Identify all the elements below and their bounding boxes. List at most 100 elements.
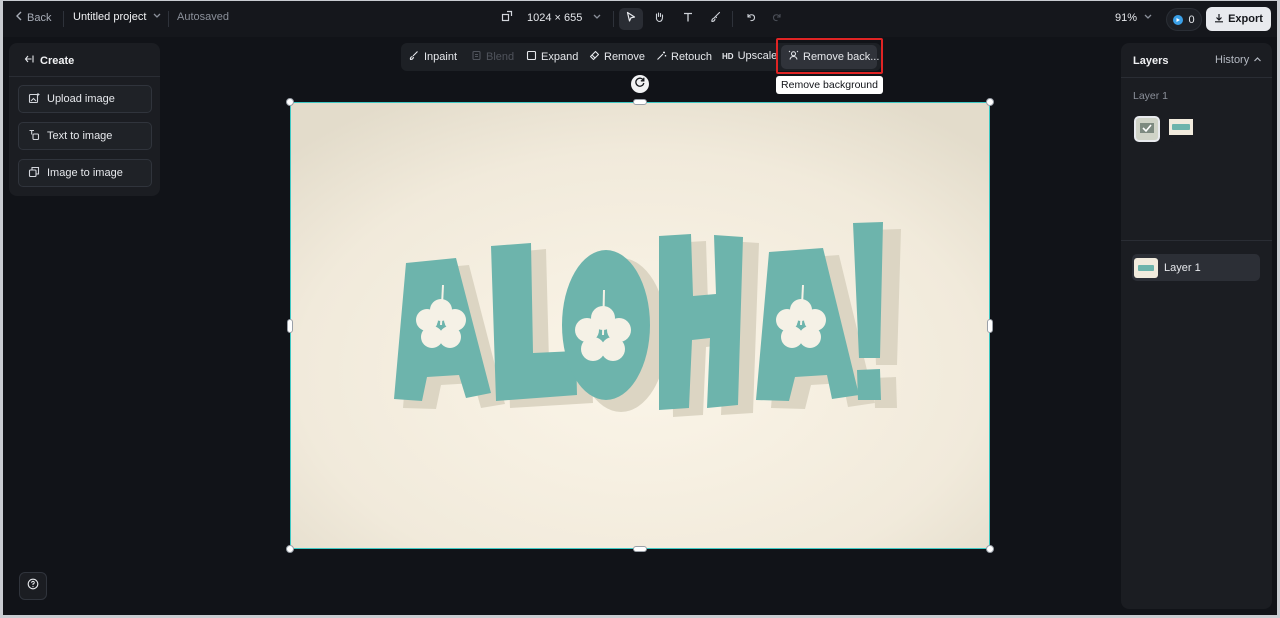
inpaint-label: Inpaint [424, 51, 458, 63]
layer-thumbnail-icon [1134, 257, 1158, 278]
remove-background-tooltip: Remove background [776, 76, 883, 94]
autosave-status: Autosaved [177, 11, 229, 23]
resize-icon [501, 10, 513, 25]
credits-badge[interactable]: 0 [1166, 8, 1202, 31]
expand-label: Expand [541, 51, 579, 63]
hand-tool-button[interactable] [647, 8, 671, 30]
help-button[interactable] [19, 572, 47, 600]
hand-icon [653, 10, 665, 28]
select-tool-button[interactable] [619, 8, 643, 30]
project-name-dropdown[interactable]: Untitled project [73, 11, 162, 23]
canvas-size: 1024 × 655 [527, 11, 583, 24]
divider [613, 11, 614, 27]
layer-thumbnail-selected[interactable] [1134, 116, 1160, 142]
chevron-down-icon [152, 11, 162, 23]
text-to-image-label: Text to image [47, 130, 113, 142]
layers-panel: Layers History Layer 1 Layer 1 [1121, 43, 1272, 609]
divider [732, 11, 733, 27]
aloha-artwork [291, 103, 989, 548]
aloha-thumbnail-icon [1169, 118, 1193, 140]
cursor-icon [625, 10, 637, 28]
hd-icon: HD [722, 51, 734, 61]
text-tool-button[interactable] [676, 8, 700, 30]
chevron-down-icon [1143, 12, 1153, 24]
resize-handle-bottom-left[interactable] [286, 545, 294, 553]
remove-label: Remove [604, 51, 645, 63]
blend-label: Blend [486, 51, 515, 63]
brush-tool-button[interactable] [704, 8, 728, 30]
create-panel: Create Upload image Text to image Image … [9, 43, 160, 196]
upload-image-icon [28, 92, 40, 107]
history-tab[interactable]: History [1215, 54, 1262, 66]
resize-handle-top[interactable] [633, 99, 647, 105]
top-bar: Back Untitled project Autosaved 1024 × 6… [3, 1, 1277, 37]
canvas-size-selector[interactable]: 1024 × 655 [501, 10, 602, 25]
divider [1121, 240, 1272, 241]
create-panel-header[interactable]: Create [24, 54, 74, 67]
rotate-handle[interactable] [631, 75, 649, 93]
image-to-image-icon [28, 166, 40, 181]
layer-group-label: Layer 1 [1133, 90, 1169, 102]
history-label: History [1215, 54, 1250, 66]
undo-button[interactable] [739, 8, 763, 30]
export-button[interactable]: Export [1206, 7, 1271, 31]
retouch-label: Retouch [671, 51, 712, 63]
brush-icon [710, 10, 722, 28]
expand-icon [526, 50, 537, 64]
image-to-image-label: Image to image [47, 167, 123, 179]
layer-row[interactable]: Layer 1 [1132, 254, 1260, 281]
zoom-dropdown[interactable]: 91% [1115, 12, 1153, 24]
retouch-button[interactable]: Retouch [656, 50, 712, 64]
resize-handle-right[interactable] [987, 319, 993, 333]
image-to-image-button[interactable]: Image to image [18, 159, 152, 187]
back-button[interactable]: Back [15, 11, 51, 24]
divider [63, 11, 64, 27]
inpaint-button[interactable]: Inpaint [409, 50, 457, 64]
divider [1121, 77, 1272, 78]
help-icon [27, 577, 39, 595]
eraser-icon [589, 50, 600, 64]
upload-image-button[interactable]: Upload image [18, 85, 152, 113]
credit-coin-icon [1173, 14, 1184, 25]
project-name: Untitled project [73, 11, 147, 23]
resize-handle-bottom[interactable] [633, 546, 647, 552]
export-label: Export [1228, 13, 1263, 25]
app-window: Back Untitled project Autosaved 1024 × 6… [3, 1, 1277, 615]
resize-handle-top-right[interactable] [986, 98, 994, 106]
upscale-button[interactable]: HD Upscale [722, 50, 777, 62]
divider [168, 11, 169, 27]
back-label: Back [27, 11, 52, 24]
chevron-left-icon [15, 11, 23, 24]
text-to-image-button[interactable]: Text to image [18, 122, 152, 150]
download-icon [1214, 13, 1224, 26]
credit-count: 0 [1188, 13, 1195, 26]
blend-button[interactable]: Blend [471, 50, 514, 64]
resize-handle-top-left[interactable] [286, 98, 294, 106]
expand-button[interactable]: Expand [526, 50, 578, 64]
chevron-down-icon [592, 12, 602, 24]
create-panel-title: Create [40, 54, 75, 67]
checkmark-icon [1140, 120, 1154, 138]
layer-thumbnail[interactable] [1168, 116, 1194, 142]
redo-button[interactable] [765, 8, 789, 30]
chevron-up-icon [1253, 54, 1262, 66]
inpaint-icon [409, 50, 420, 64]
zoom-level: 91% [1115, 12, 1138, 24]
blend-icon [471, 50, 482, 64]
divider [9, 76, 160, 77]
canvas-image[interactable] [290, 102, 990, 549]
layers-tab[interactable]: Layers [1133, 55, 1168, 67]
collapse-left-icon [24, 54, 34, 67]
layer-row-label: Layer 1 [1164, 261, 1201, 274]
text-to-image-icon [28, 129, 40, 144]
upload-image-label: Upload image [47, 93, 115, 105]
retouch-icon [656, 50, 667, 64]
highlight-box [776, 38, 883, 74]
text-icon [682, 10, 694, 28]
rotate-icon [634, 75, 646, 93]
redo-icon [771, 10, 783, 28]
resize-handle-left[interactable] [287, 319, 293, 333]
remove-button[interactable]: Remove [589, 50, 645, 64]
resize-handle-bottom-right[interactable] [986, 545, 994, 553]
undo-icon [745, 10, 757, 28]
